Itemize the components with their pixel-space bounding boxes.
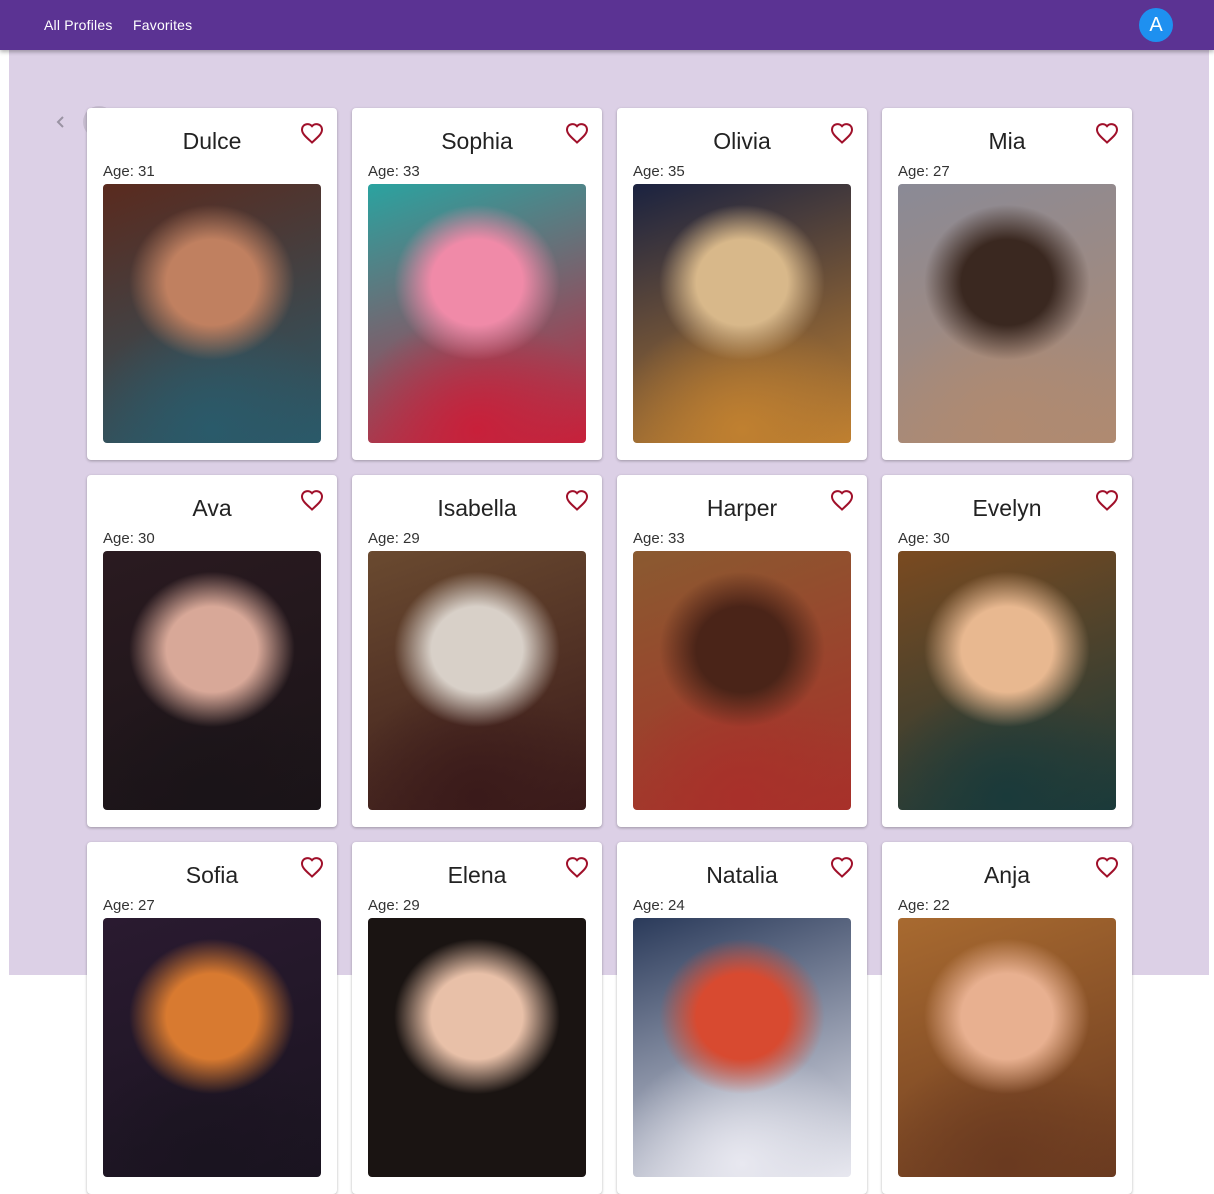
favorite-button[interactable] — [565, 122, 589, 146]
profile-card[interactable]: Dulce Age: 31 — [87, 108, 337, 460]
favorite-button[interactable] — [1095, 489, 1119, 513]
profile-portrait[interactable] — [103, 551, 321, 810]
nav-all-profiles[interactable]: All Profiles — [44, 17, 113, 33]
profile-portrait[interactable] — [103, 918, 321, 1177]
profile-portrait[interactable] — [633, 918, 851, 1177]
favorite-button[interactable] — [830, 122, 854, 146]
favorite-button[interactable] — [830, 856, 854, 880]
profile-portrait[interactable] — [898, 551, 1116, 810]
profile-age: Age: 29 — [368, 897, 420, 914]
profile-card[interactable]: Evelyn Age: 30 — [882, 475, 1132, 827]
profile-portrait[interactable] — [103, 184, 321, 443]
profile-portrait[interactable] — [898, 918, 1116, 1177]
heart-icon — [565, 857, 589, 878]
profile-age: Age: 30 — [898, 530, 950, 547]
profile-card[interactable]: Elena Age: 29 — [352, 842, 602, 1194]
heart-icon — [1095, 490, 1119, 511]
profile-card[interactable]: Isabella Age: 29 — [352, 475, 602, 827]
profile-portrait[interactable] — [633, 551, 851, 810]
heart-icon — [830, 123, 854, 144]
favorite-button[interactable] — [1095, 856, 1119, 880]
profile-age: Age: 33 — [633, 530, 685, 547]
profile-age: Age: 27 — [103, 897, 155, 914]
profile-age: Age: 22 — [898, 897, 950, 914]
favorite-button[interactable] — [565, 489, 589, 513]
heart-icon — [300, 490, 324, 511]
profile-card[interactable]: Harper Age: 33 — [617, 475, 867, 827]
heart-icon — [1095, 123, 1119, 144]
profile-card[interactable]: Sofia Age: 27 — [87, 842, 337, 1194]
profile-card[interactable]: Sophia Age: 33 — [352, 108, 602, 460]
heart-icon — [830, 490, 854, 511]
profile-card[interactable]: Mia Age: 27 — [882, 108, 1132, 460]
profile-card[interactable]: Anja Age: 22 — [882, 842, 1132, 1194]
profile-age: Age: 31 — [103, 163, 155, 180]
favorite-button[interactable] — [1095, 122, 1119, 146]
profile-card[interactable]: Olivia Age: 35 — [617, 108, 867, 460]
favorite-button[interactable] — [565, 856, 589, 880]
profile-age: Age: 35 — [633, 163, 685, 180]
profile-card[interactable]: Natalia Age: 24 — [617, 842, 867, 1194]
profiles-content: 1 2 DulceAge: 31SophiaAge: 33OliviaAge: … — [9, 50, 1209, 1194]
profile-age: Age: 29 — [368, 530, 420, 547]
profile-portrait[interactable] — [633, 184, 851, 443]
favorite-button[interactable] — [300, 489, 324, 513]
profile-age: Age: 24 — [633, 897, 685, 914]
top-app-bar: All Profiles Favorites A — [0, 0, 1214, 50]
nav-favorites[interactable]: Favorites — [133, 17, 192, 33]
heart-icon — [830, 857, 854, 878]
favorite-button[interactable] — [300, 856, 324, 880]
profile-age: Age: 30 — [103, 530, 155, 547]
profile-portrait[interactable] — [368, 184, 586, 443]
heart-icon — [300, 857, 324, 878]
pagination-prev-button[interactable] — [45, 106, 77, 138]
chevron-left-icon — [56, 116, 64, 128]
user-avatar[interactable]: A — [1139, 8, 1173, 42]
favorite-button[interactable] — [300, 122, 324, 146]
profile-portrait[interactable] — [898, 184, 1116, 443]
heart-icon — [565, 490, 589, 511]
profile-age: Age: 27 — [898, 163, 950, 180]
heart-icon — [565, 123, 589, 144]
profile-card[interactable]: Ava Age: 30 — [87, 475, 337, 827]
favorite-button[interactable] — [830, 489, 854, 513]
heart-icon — [1095, 857, 1119, 878]
heart-icon — [300, 123, 324, 144]
profile-portrait[interactable] — [368, 551, 586, 810]
profile-portrait[interactable] — [368, 918, 586, 1177]
profile-age: Age: 33 — [368, 163, 420, 180]
